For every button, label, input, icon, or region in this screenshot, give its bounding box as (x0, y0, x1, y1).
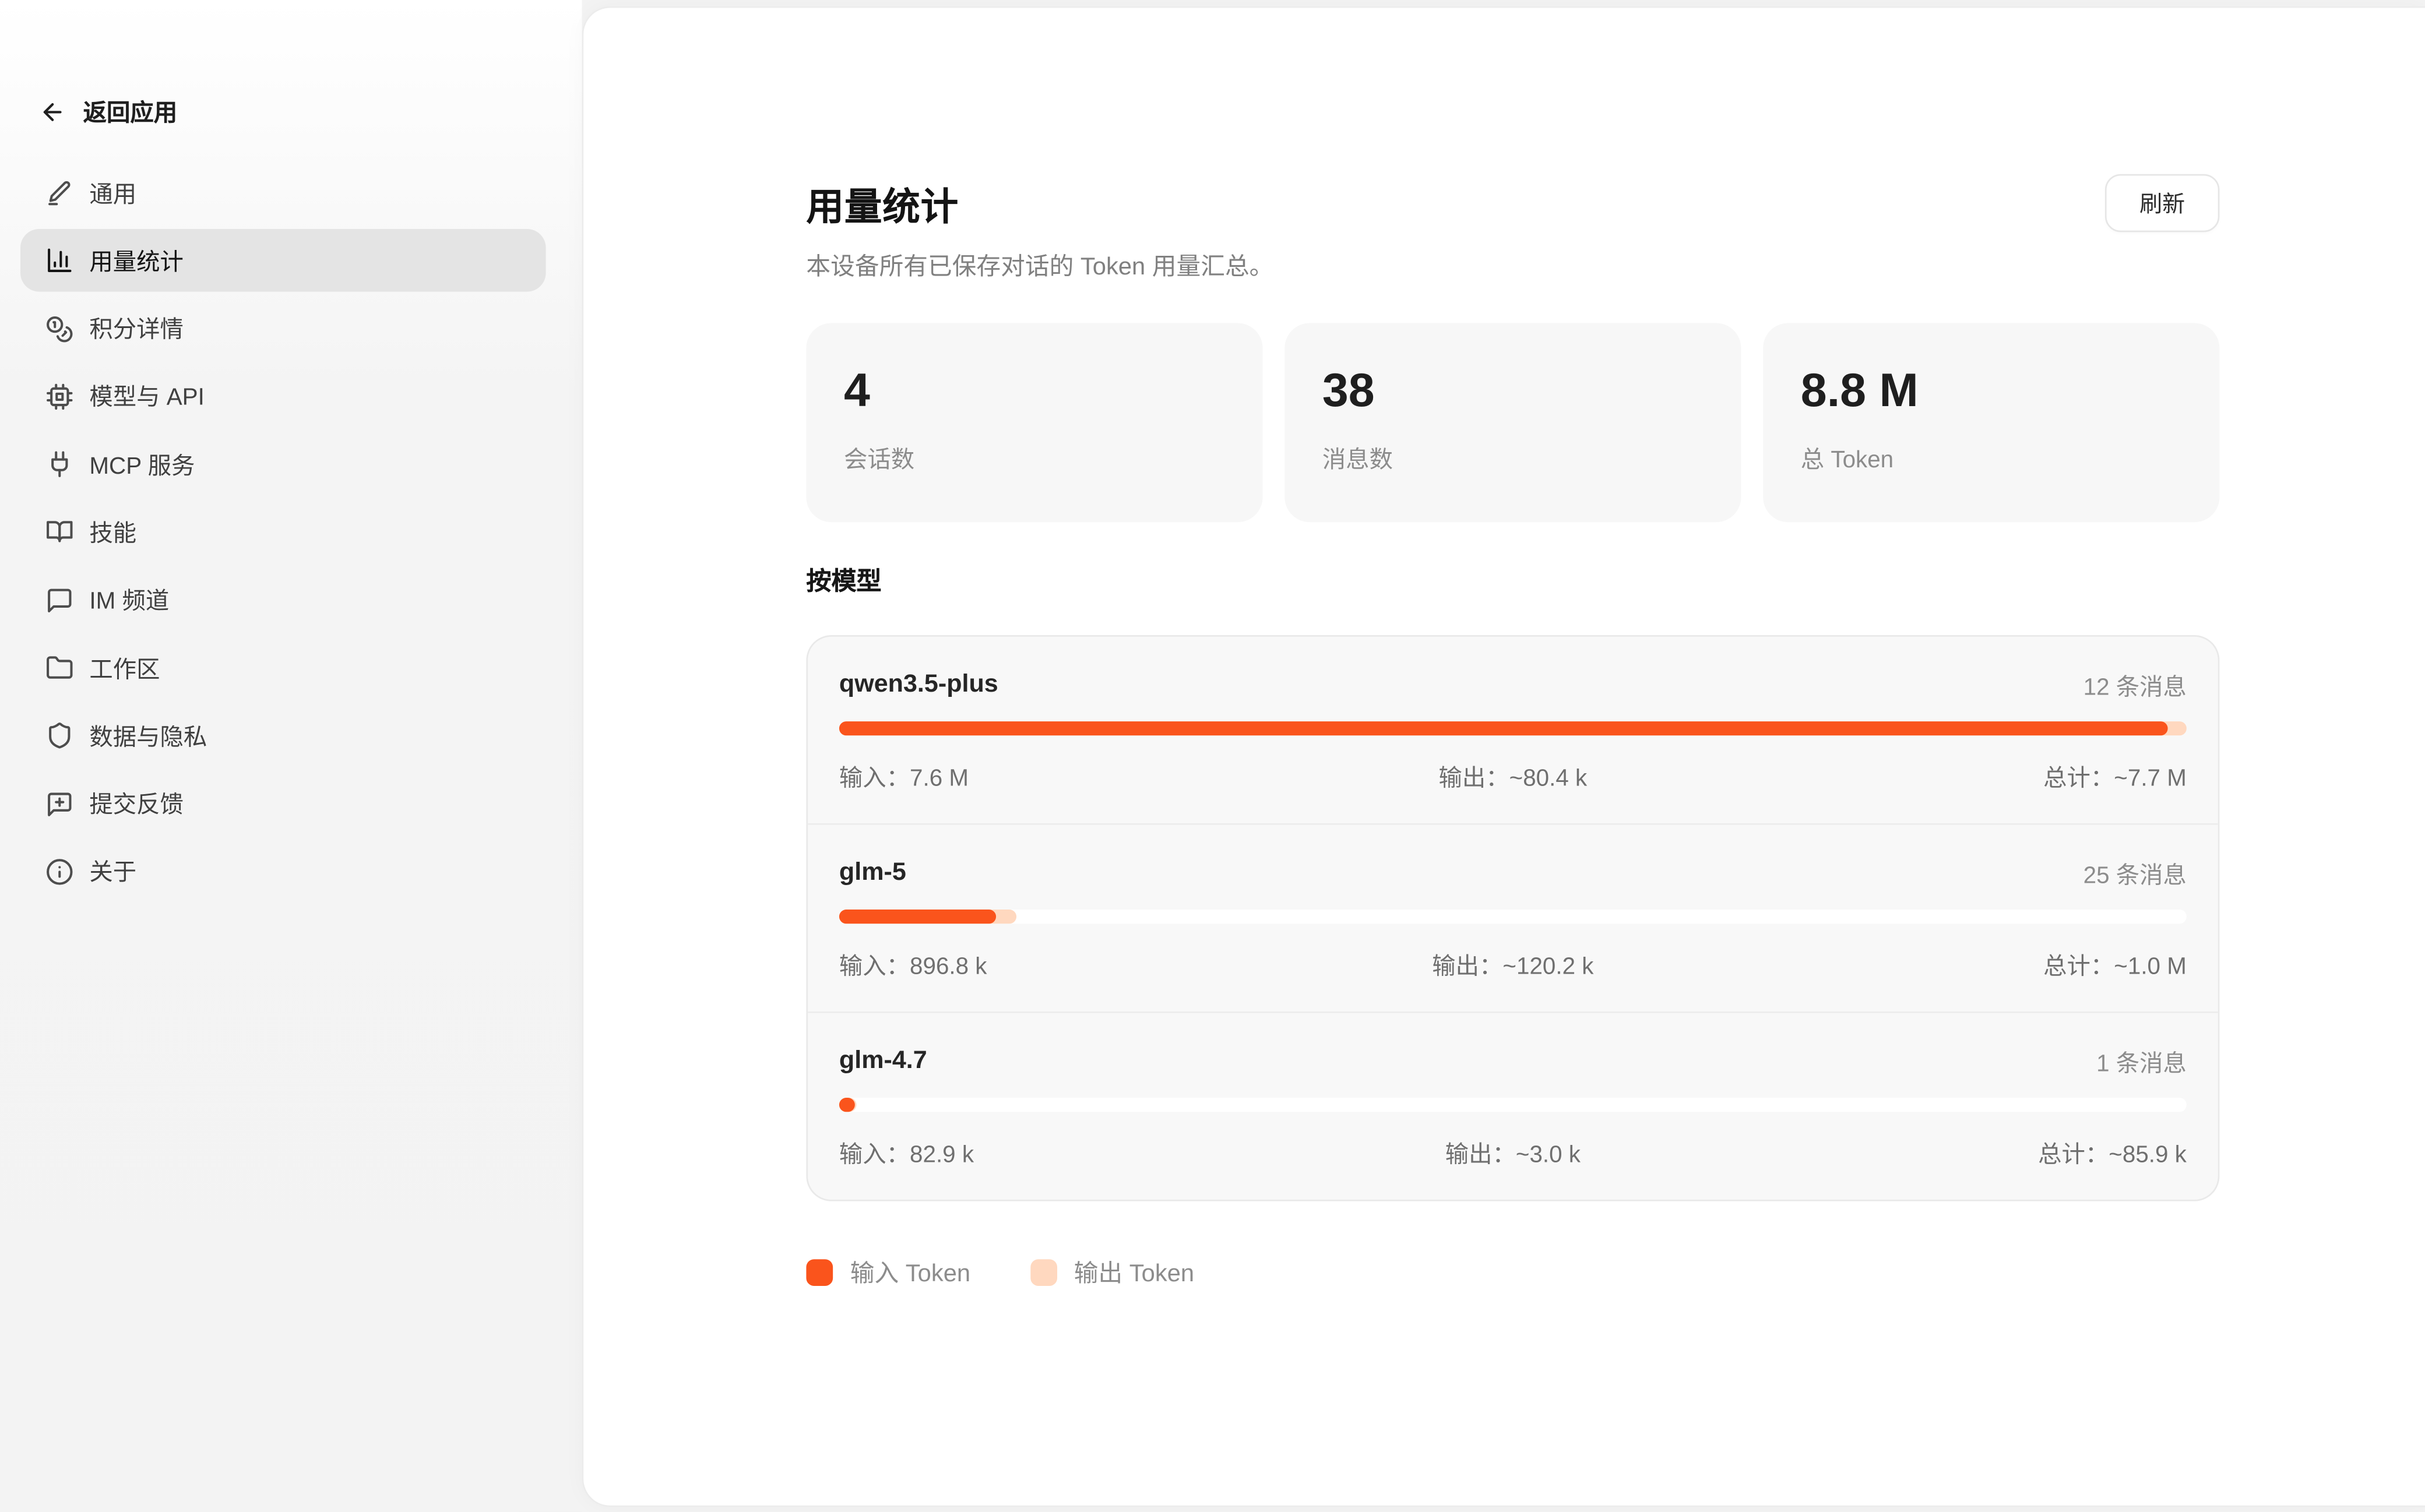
sidebar-item-label: 模型与 API (89, 380, 204, 413)
model-message-count: 25 条消息 (2083, 857, 2187, 890)
sidebar-item-mcp[interactable]: MCP 服务 (20, 433, 546, 496)
info-icon (45, 858, 73, 886)
page-header: 用量统计 刷新 (806, 174, 2219, 232)
total-tokens: 总计：~85.9 k (1737, 1139, 2187, 1172)
sidebar-item-label: 积分详情 (89, 312, 184, 346)
input-token-swatch (806, 1259, 833, 1285)
stat-card-total-tokens: 8.8 M 总 Token (1763, 323, 2219, 522)
message-plus-icon (45, 790, 73, 818)
input-token-segment (839, 721, 2168, 735)
main-panel: 用量统计 刷新 本设备所有已保存对话的 Token 用量汇总。 4 会话数 38… (582, 6, 2425, 1507)
pencil-icon (45, 179, 73, 207)
usage-settings-window: 返回应用 通用 用量统计 积分详情 (0, 0, 2425, 1512)
plug-icon (45, 450, 73, 478)
sidebar-item-label: 提交反馈 (89, 788, 184, 821)
bar-chart-icon (45, 246, 73, 274)
sidebar-item-im-channels[interactable]: IM 频道 (20, 569, 546, 632)
back-to-app-button[interactable]: 返回应用 (39, 93, 545, 131)
token-usage-bar (839, 910, 2187, 924)
sidebar-item-label: 数据与隐私 (89, 720, 207, 753)
bar-legend: 输入 Token 输出 Token (806, 1254, 2219, 1289)
book-open-icon (45, 518, 73, 546)
input-token-segment (839, 910, 995, 924)
sidebar-item-feedback[interactable]: 提交反馈 (20, 773, 546, 836)
stat-label: 会话数 (844, 444, 1225, 477)
page-subtitle: 本设备所有已保存对话的 Token 用量汇总。 (806, 251, 2219, 284)
model-message-count: 1 条消息 (2096, 1045, 2187, 1079)
legend-item-input: 输入 Token (806, 1254, 970, 1289)
arrow-left-icon (39, 98, 66, 125)
model-name: glm-5 (839, 859, 906, 887)
token-usage-bar (839, 1098, 2187, 1112)
by-model-heading: 按模型 (806, 566, 2219, 600)
legend-label: 输出 Token (1074, 1254, 1194, 1289)
model-message-count: 12 条消息 (2083, 669, 2187, 702)
stat-card-sessions: 4 会话数 (806, 323, 1262, 522)
refresh-button[interactable]: 刷新 (2105, 174, 2219, 232)
stat-label: 消息数 (1322, 444, 1704, 477)
model-row: qwen3.5-plus 12 条消息 输入：7.6 M 输出：~80.4 k … (808, 637, 2218, 823)
sidebar-item-credits[interactable]: 积分详情 (20, 297, 546, 360)
summary-cards: 4 会话数 38 消息数 8.8 M 总 Token (806, 323, 2219, 522)
page-title: 用量统计 (806, 175, 959, 230)
stat-label: 总 Token (1801, 444, 2182, 477)
shield-icon (45, 722, 73, 750)
sidebar-item-label: IM 频道 (89, 584, 169, 617)
model-row: glm-5 25 条消息 输入：896.8 k 输出：~120.2 k 总计：~… (808, 823, 2218, 1011)
message-icon (45, 586, 73, 614)
output-token-swatch (1030, 1259, 1057, 1285)
input-tokens: 输入：82.9 k (839, 1139, 1289, 1172)
folder-icon (45, 654, 73, 682)
sidebar-item-skills[interactable]: 技能 (20, 501, 546, 564)
total-tokens: 总计：~7.7 M (1737, 762, 2187, 795)
model-usage-list: qwen3.5-plus 12 条消息 输入：7.6 M 输出：~80.4 k … (806, 635, 2219, 1201)
sidebar-item-usage-stats[interactable]: 用量统计 (20, 230, 546, 292)
input-tokens: 输入：896.8 k (839, 950, 1289, 984)
sidebar-item-label: 工作区 (89, 652, 160, 685)
output-tokens: 输出：~80.4 k (1289, 762, 1738, 795)
sidebar-item-label: 通用 (89, 177, 136, 210)
model-name: qwen3.5-plus (839, 671, 998, 699)
total-tokens: 总计：~1.0 M (1737, 950, 2187, 984)
settings-sidebar: 返回应用 通用 用量统计 积分详情 (0, 0, 582, 1512)
output-tokens: 输出：~120.2 k (1289, 950, 1738, 984)
stat-value: 4 (844, 361, 1225, 424)
model-row: glm-4.7 1 条消息 输入：82.9 k 输出：~3.0 k 总计：~85… (808, 1011, 2218, 1200)
sidebar-item-label: MCP 服务 (89, 448, 195, 481)
back-label: 返回应用 (83, 95, 178, 128)
stat-value: 8.8 M (1801, 361, 2182, 424)
legend-label: 输入 Token (850, 1254, 970, 1289)
token-usage-bar (839, 721, 2187, 735)
model-name: glm-4.7 (839, 1048, 927, 1076)
sidebar-item-workspace[interactable]: 工作区 (20, 637, 546, 700)
sidebar-item-label: 关于 (89, 855, 136, 889)
output-tokens: 输出：~3.0 k (1289, 1139, 1738, 1172)
coins-icon (45, 315, 73, 343)
input-tokens: 输入：7.6 M (839, 762, 1289, 795)
legend-item-output: 输出 Token (1030, 1254, 1194, 1289)
sidebar-item-models-api[interactable]: 模型与 API (20, 365, 546, 428)
sidebar-item-label: 技能 (89, 516, 136, 549)
sidebar-item-general[interactable]: 通用 (20, 161, 546, 224)
input-token-segment (839, 1098, 855, 1112)
sidebar-item-data-privacy[interactable]: 数据与隐私 (20, 704, 546, 767)
sidebar-nav: 通用 用量统计 积分详情 模型与 API (20, 161, 546, 903)
sidebar-item-label: 用量统计 (89, 244, 184, 277)
stat-card-messages: 38 消息数 (1284, 323, 1741, 522)
sidebar-item-about[interactable]: 关于 (20, 841, 546, 904)
cpu-icon (45, 382, 73, 410)
stat-value: 38 (1322, 361, 1704, 424)
